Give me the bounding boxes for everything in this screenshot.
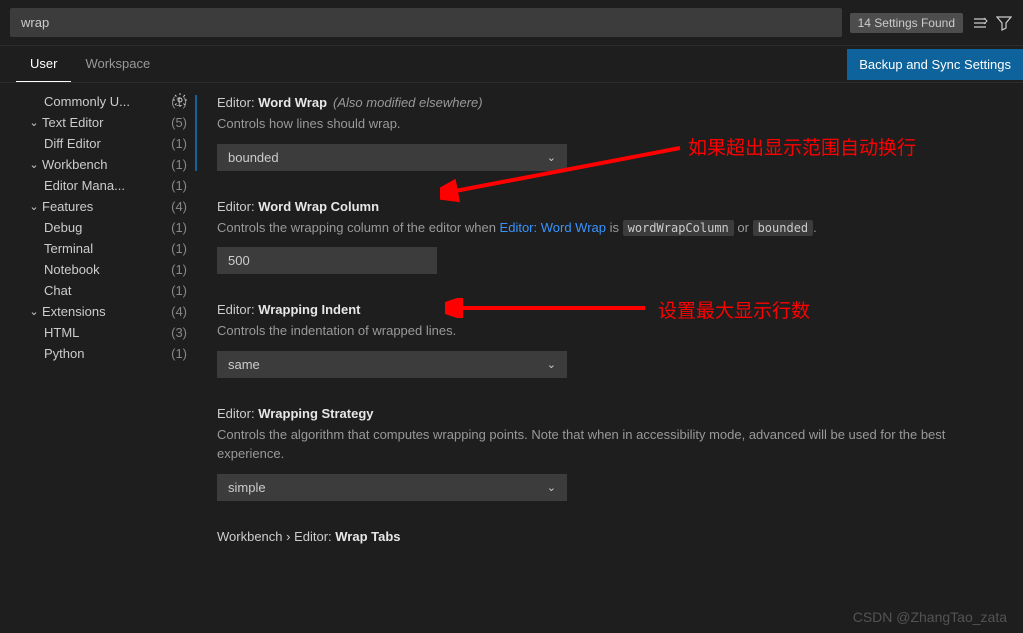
sidebar-item-html[interactable]: HTML(3): [0, 322, 195, 343]
sync-settings-button[interactable]: Backup and Sync Settings: [847, 49, 1023, 80]
settings-found-badge: 14 Settings Found: [850, 13, 963, 33]
setting-wrapping-indent: Editor: Wrapping Indent Controls the ind…: [195, 302, 1003, 378]
chevron-down-icon: ⌄: [28, 201, 40, 213]
setting-word-wrap: Editor: Word Wrap(Also modified elsewher…: [195, 95, 1003, 171]
sidebar-item-python[interactable]: Python(1): [0, 343, 195, 364]
settings-search-input[interactable]: [10, 8, 842, 37]
tab-workspace[interactable]: Workspace: [71, 46, 164, 82]
gear-icon[interactable]: [171, 91, 189, 109]
clear-search-icon[interactable]: [971, 14, 989, 32]
watermark: CSDN @ZhangTao_zata: [853, 609, 1007, 625]
setting-wrap-tabs: Workbench › Editor: Wrap Tabs: [195, 529, 1003, 544]
tab-user[interactable]: User: [16, 46, 71, 82]
word-wrap-column-input[interactable]: [217, 247, 437, 274]
sidebar-item-diff-editor[interactable]: Diff Editor(1): [0, 133, 195, 154]
word-wrap-link[interactable]: Editor: Word Wrap: [500, 220, 606, 235]
settings-sidebar: Commonly U...(1) ⌄Text Editor(5) Diff Ed…: [0, 83, 195, 630]
sidebar-item-chat[interactable]: Chat(1): [0, 280, 195, 301]
wrapping-indent-select[interactable]: same⌄: [217, 351, 567, 378]
sidebar-item-commonly-used[interactable]: Commonly U...(1): [0, 91, 195, 112]
chevron-down-icon: ⌄: [547, 481, 556, 494]
setting-word-wrap-column: Editor: Word Wrap Column Controls the wr…: [195, 199, 1003, 275]
chevron-down-icon: ⌄: [547, 358, 556, 371]
sidebar-item-debug[interactable]: Debug(1): [0, 217, 195, 238]
chevron-down-icon: ⌄: [28, 306, 40, 318]
sidebar-item-features[interactable]: ⌄Features(4): [0, 196, 195, 217]
chevron-down-icon: ⌄: [547, 151, 556, 164]
setting-desc: Controls the wrapping column of the edit…: [217, 218, 1003, 238]
sidebar-item-workbench[interactable]: ⌄Workbench(1): [0, 154, 195, 175]
setting-wrapping-strategy: Editor: Wrapping Strategy Controls the a…: [195, 406, 1003, 501]
sidebar-item-extensions[interactable]: ⌄Extensions(4): [0, 301, 195, 322]
sidebar-item-notebook[interactable]: Notebook(1): [0, 259, 195, 280]
settings-main[interactable]: Editor: Word Wrap(Also modified elsewher…: [195, 83, 1023, 630]
word-wrap-select[interactable]: bounded⌄: [217, 144, 567, 171]
setting-desc: Controls how lines should wrap.: [217, 114, 1003, 134]
wrapping-strategy-select[interactable]: simple⌄: [217, 474, 567, 501]
chevron-down-icon: ⌄: [28, 117, 40, 129]
sidebar-item-editor-management[interactable]: Editor Mana...(1): [0, 175, 195, 196]
sidebar-item-text-editor[interactable]: ⌄Text Editor(5): [0, 112, 195, 133]
chevron-down-icon: ⌄: [28, 159, 40, 171]
sidebar-item-terminal[interactable]: Terminal(1): [0, 238, 195, 259]
setting-desc: Controls the algorithm that computes wra…: [217, 425, 1003, 464]
filter-icon[interactable]: [995, 14, 1013, 32]
setting-desc: Controls the indentation of wrapped line…: [217, 321, 1003, 341]
